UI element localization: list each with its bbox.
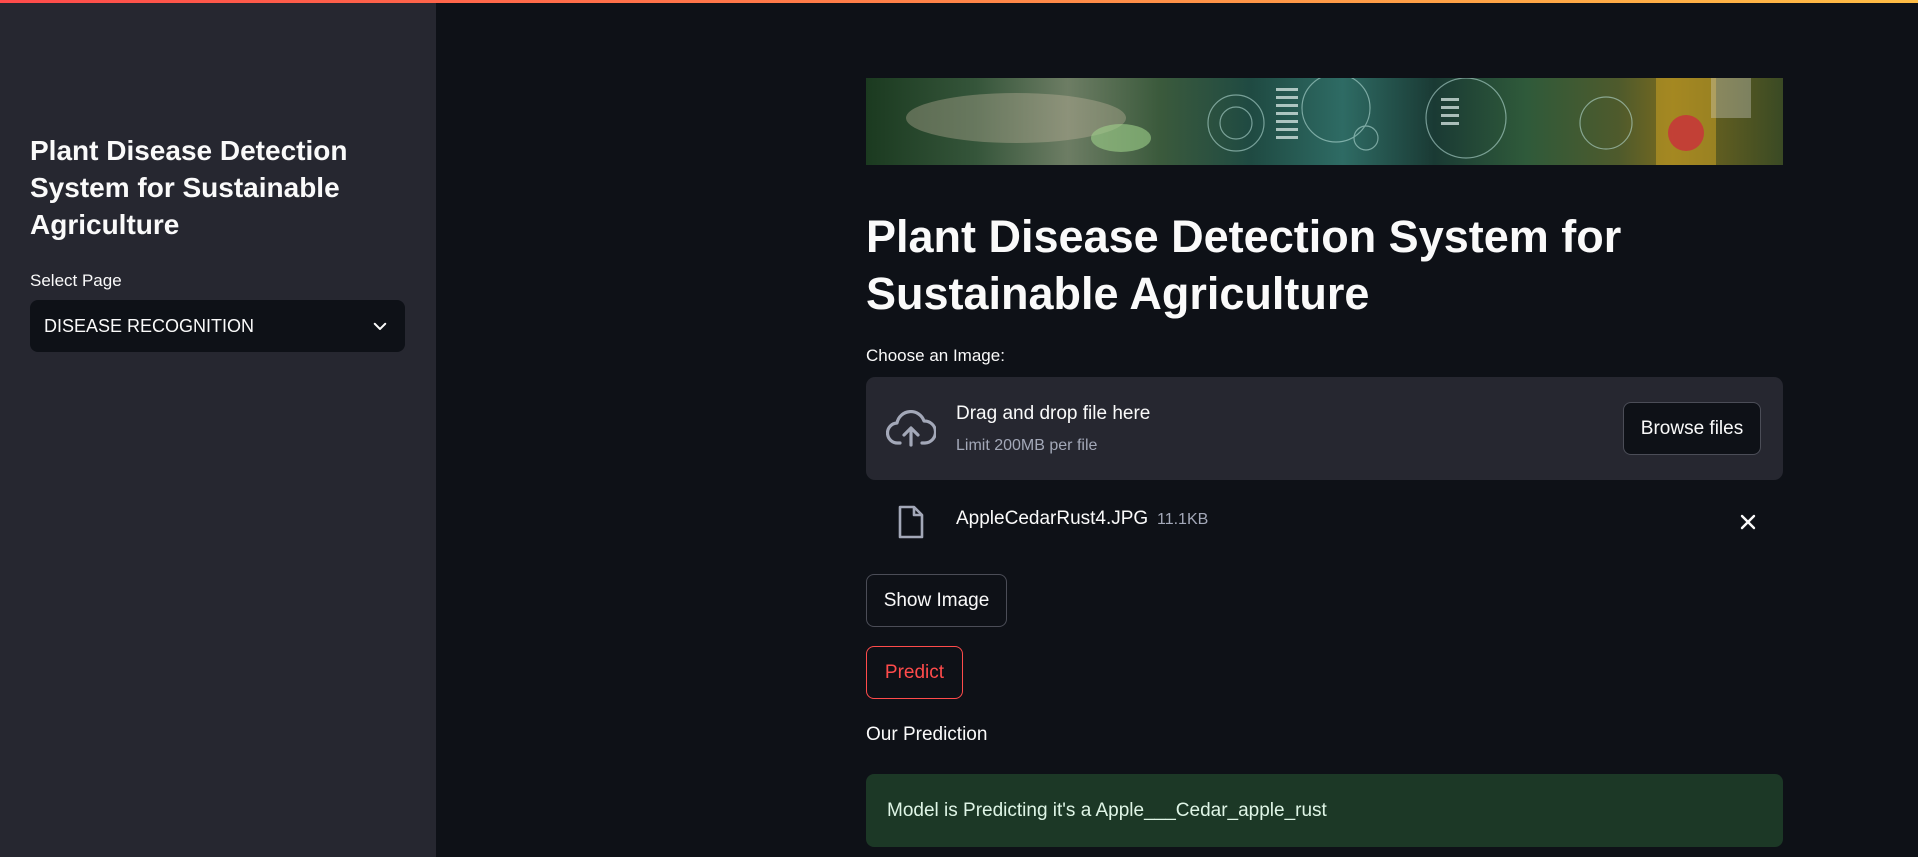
top-decoration-bar <box>0 0 1918 3</box>
dropzone-limit: Limit 200MB per file <box>956 437 1098 454</box>
select-page-dropdown[interactable]: DISEASE RECOGNITION <box>30 300 405 352</box>
close-icon[interactable] <box>1739 513 1757 536</box>
dropzone-title: Drag and drop file here <box>956 403 1151 424</box>
chevron-down-icon <box>371 317 389 335</box>
prediction-result-alert: Model is Predicting it's a Apple___Cedar… <box>866 774 1783 847</box>
prediction-header: Our Prediction <box>866 724 988 745</box>
browse-files-button[interactable]: Browse files <box>1623 402 1761 455</box>
header-banner-image <box>866 78 1783 165</box>
sidebar-title: Plant Disease Detection System for Susta… <box>30 135 348 240</box>
file-dropzone[interactable]: Drag and drop file here Limit 200MB per … <box>866 377 1783 480</box>
upload-label: Choose an Image: <box>866 346 1005 365</box>
file-icon <box>897 505 925 544</box>
cloud-upload-icon <box>885 410 938 453</box>
select-page-label: Select Page <box>30 271 122 290</box>
uploaded-file-name: AppleCedarRust4.JPG <box>956 508 1149 529</box>
show-image-button[interactable]: Show Image <box>866 574 1007 627</box>
select-page-value: DISEASE RECOGNITION <box>44 315 255 336</box>
predict-button[interactable]: Predict <box>866 646 963 699</box>
uploaded-file-row: AppleCedarRust4.JPG 11.1KB <box>866 498 1783 546</box>
uploaded-file-size: 11.1KB <box>1157 511 1209 528</box>
prediction-result-text: Model is Predicting it's a Apple___Cedar… <box>887 799 1327 821</box>
sidebar: Plant Disease Detection System for Susta… <box>0 0 436 857</box>
page-title: Plant Disease Detection System for Susta… <box>866 211 1622 319</box>
